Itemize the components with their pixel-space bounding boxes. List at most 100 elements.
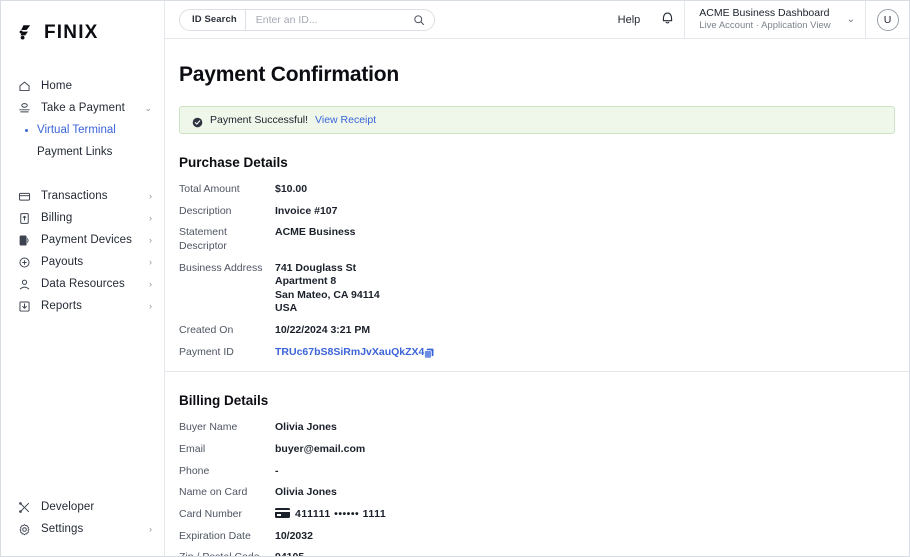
sidebar-item-developer[interactable]: Developer [1, 496, 164, 518]
take-a-payment-icon [17, 101, 31, 115]
chevron-down-icon[interactable]: ⌄ [847, 14, 855, 25]
detail-value: 94105 [275, 551, 304, 556]
detail-value: Olivia Jones [275, 421, 337, 434]
payment-id-link[interactable]: TRUc67bS8SiRmJvXauQkZX4 [275, 346, 424, 360]
detail-value: $10.00 [275, 183, 308, 195]
purchase-details-heading: Purchase Details [179, 155, 288, 170]
detail-row: Email buyer@email.com [179, 443, 909, 457]
account-subtitle: Live Account · Application View [699, 20, 831, 32]
detail-value: Olivia Jones [275, 486, 337, 499]
sidebar: FINIX Home Take a Payment ⌄ Virtual Term… [1, 1, 165, 556]
detail-key: Total Amount [179, 183, 240, 195]
chevron-right-icon[interactable]: › [149, 235, 152, 245]
chevron-right-icon[interactable]: › [149, 213, 152, 223]
finix-logo-icon [17, 23, 37, 43]
home-icon [17, 79, 31, 93]
detail-key: Statement Descriptor [179, 226, 227, 252]
sidebar-item-label: Transactions [41, 190, 108, 202]
top-bar: ID Search Help [165, 1, 909, 39]
sidebar-item-label: Payouts [41, 256, 84, 268]
detail-row: Buyer Name Olivia Jones [179, 421, 909, 435]
detail-value: ACME Business [275, 226, 356, 239]
payment-devices-icon [17, 233, 31, 247]
detail-key: Business Address [179, 261, 263, 274]
detail-key: Card Number [179, 507, 243, 520]
detail-value: buyer@email.com [275, 443, 366, 456]
id-search-bar[interactable]: ID Search [179, 8, 435, 31]
sidebar-item-payment-links[interactable]: Payment Links [1, 141, 164, 163]
chevron-right-icon[interactable]: › [149, 191, 152, 201]
sidebar-item-payouts[interactable]: Payouts › [1, 251, 164, 273]
search-icon[interactable] [413, 14, 434, 26]
sidebar-item-label: Take a Payment [41, 102, 125, 114]
sidebar-item-payment-devices[interactable]: Payment Devices › [1, 229, 164, 251]
sidebar-subitem-label: Virtual Terminal [37, 124, 116, 136]
avatar[interactable]: U [876, 8, 899, 31]
app-window: FINIX Home Take a Payment ⌄ Virtual Term… [0, 0, 910, 557]
help-link[interactable]: Help [618, 1, 651, 38]
sidebar-item-home[interactable]: Home [1, 75, 164, 97]
chevron-right-icon[interactable]: › [149, 524, 152, 534]
detail-row: Payment ID TRUc67bS8SiRmJvXauQkZX4 [179, 346, 909, 360]
check-circle-icon [192, 115, 203, 127]
sidebar-item-label: Billing [41, 212, 73, 224]
developer-icon [17, 500, 31, 514]
sidebar-item-reports[interactable]: Reports › [1, 295, 164, 317]
detail-row: Phone - [179, 465, 909, 479]
brand-name: FINIX [44, 22, 99, 43]
sidebar-item-take-a-payment[interactable]: Take a Payment ⌄ [1, 97, 164, 119]
sidebar-item-billing[interactable]: Billing › [1, 207, 164, 229]
active-bullet-icon [25, 128, 28, 132]
detail-value: - [275, 464, 279, 477]
sidebar-item-virtual-terminal[interactable]: Virtual Terminal [1, 119, 164, 141]
detail-key: Phone [179, 464, 210, 477]
content-area: Payment Confirmation Payment Successful!… [165, 39, 909, 556]
transactions-icon [17, 189, 31, 203]
chevron-down-icon[interactable]: ⌄ [144, 103, 152, 113]
detail-row: Zip / Postal Code 94105 [179, 551, 909, 556]
detail-row: Description Invoice #107 [179, 205, 909, 219]
account-text: ACME Business Dashboard Live Account · A… [699, 7, 830, 32]
chevron-right-icon[interactable]: › [149, 301, 152, 311]
bullet-placeholder-icon [25, 151, 28, 154]
chevron-right-icon[interactable]: › [149, 279, 152, 289]
detail-row: Total Amount $10.00 [179, 183, 909, 197]
detail-row: Expiration Date 10/2032 [179, 530, 909, 544]
detail-row: Card Number 411111 •••••• 1111 [179, 507, 909, 522]
sidebar-item-label: Developer [41, 501, 95, 513]
sidebar-item-label: Data Resources [41, 278, 125, 290]
detail-row: Created On 10/22/2024 3:21 PM [179, 324, 909, 338]
settings-gear-icon [17, 522, 31, 536]
banner-message: Payment Successful! [210, 114, 309, 126]
sidebar-item-settings[interactable]: Settings › [1, 518, 164, 540]
detail-key: Expiration Date [179, 529, 251, 542]
chevron-right-icon[interactable]: › [149, 257, 152, 267]
success-banner: Payment Successful! View Receipt [179, 106, 895, 134]
detail-key: Payment ID [179, 345, 234, 358]
copy-icon[interactable] [424, 346, 434, 359]
sidebar-item-label: Reports [41, 300, 82, 312]
billing-details-table: Buyer Name Olivia Jones Email buyer@emai… [165, 408, 909, 556]
search-input[interactable] [245, 13, 413, 26]
detail-value-address: 741 Douglass St Apartment 8 San Mateo, C… [275, 261, 380, 315]
detail-key: Email [179, 443, 206, 456]
sidebar-nav: Home Take a Payment ⌄ Virtual Terminal P… [1, 75, 164, 496]
detail-row: Statement Descriptor ACME Business [179, 226, 909, 253]
id-search-chip[interactable]: ID Search [180, 9, 246, 30]
notifications-button[interactable] [650, 1, 684, 38]
detail-row: Name on Card Olivia Jones [179, 486, 909, 500]
reports-icon [17, 299, 31, 313]
credit-card-icon [275, 507, 290, 518]
detail-key: Name on Card [179, 486, 248, 499]
brand-logo[interactable]: FINIX [1, 15, 164, 49]
billing-details-heading: Billing Details [179, 393, 269, 409]
detail-row: Business Address 741 Douglass St Apartme… [179, 262, 909, 317]
sidebar-item-label: Settings [41, 523, 84, 535]
sidebar-item-data-resources[interactable]: Data Resources › [1, 273, 164, 295]
view-receipt-link[interactable]: View Receipt [315, 114, 376, 126]
account-switcher[interactable]: ACME Business Dashboard Live Account · A… [684, 1, 865, 38]
sidebar-item-transactions[interactable]: Transactions › [1, 185, 164, 207]
detail-key: Created On [179, 324, 234, 337]
card-number-value: 411111 •••••• 1111 [295, 507, 387, 520]
